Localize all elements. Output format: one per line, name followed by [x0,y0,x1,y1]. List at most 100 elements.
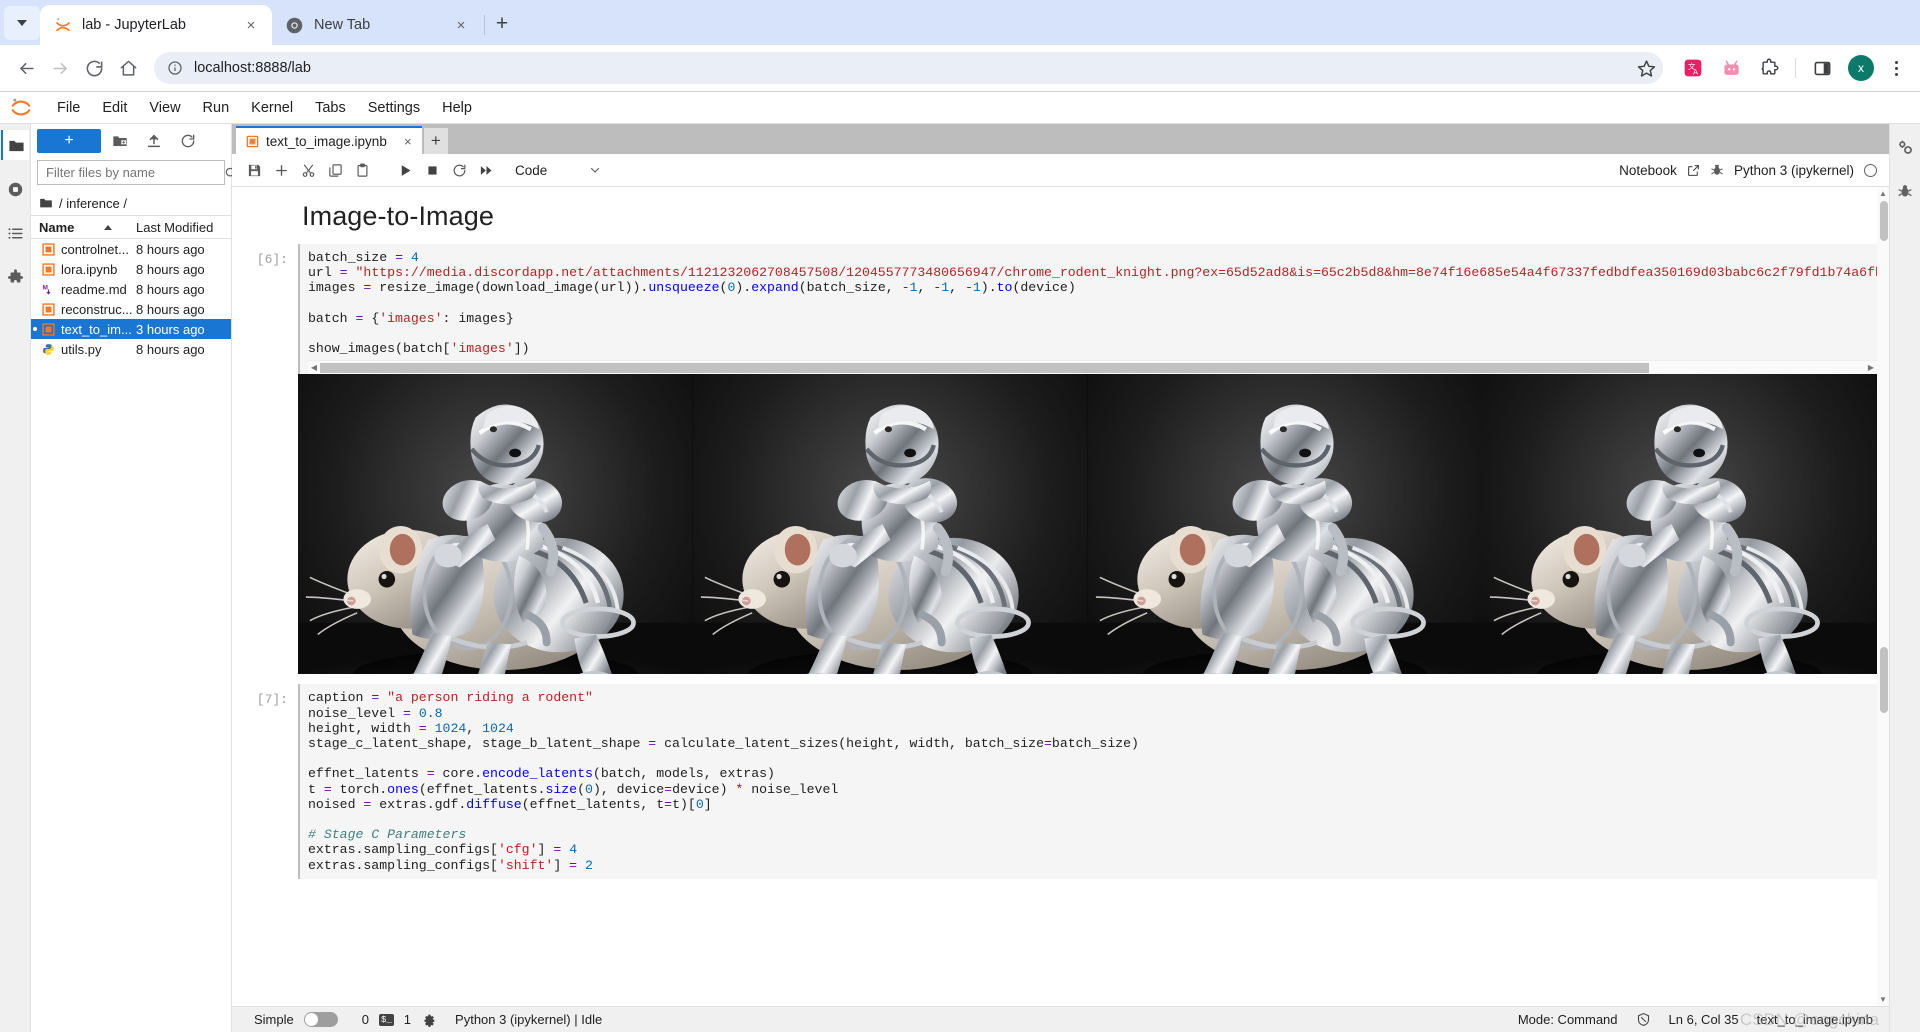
side-panel-icon[interactable] [1807,53,1837,83]
column-header-name[interactable]: Name [39,220,136,235]
external-link-icon[interactable] [1687,164,1700,177]
scrollbar-thumb[interactable] [1880,201,1888,241]
tab-label: text_to_image.ipynb [266,133,387,149]
close-icon[interactable]: × [400,133,416,149]
notebook-icon [39,262,57,276]
menu-view[interactable]: View [138,94,191,122]
new-launcher-button[interactable]: + [37,129,101,153]
search-input[interactable] [44,164,224,181]
notebook-cells: Image-to-Image [6]: batch_size = 4 url =… [232,187,1877,1006]
reload-icon[interactable] [78,52,110,84]
file-list-item[interactable]: text_to_im... 3 hours ago [31,319,231,339]
shield-check-icon[interactable] [1636,1012,1651,1027]
code-cell-6[interactable]: [6]: batch_size = 4 url = "https://media… [242,244,1877,375]
breadcrumb-path: / inference / [59,195,127,211]
new-folder-icon[interactable] [105,129,135,153]
browser-tab-title: New Tab [314,17,371,33]
breadcrumb[interactable]: / inference / [31,191,231,215]
tab-search-button[interactable] [4,6,40,40]
cell-source-6: batch_size = 4 url = "https://media.disc… [308,250,1877,357]
menu-run[interactable]: Run [192,94,241,122]
file-list-item[interactable]: utils.py 8 hours ago [31,339,231,359]
translate-icon[interactable]: 文A [1678,53,1708,83]
output-image [692,374,1088,675]
markdown-cell-heading[interactable]: Image-to-Image [242,187,1877,238]
insert-cell-icon[interactable] [269,158,294,183]
current-filename: text_to_image.ipynb [1756,1012,1873,1027]
bug-icon[interactable] [1710,163,1724,177]
tab-divider [484,15,485,35]
restart-run-all-icon[interactable] [474,158,499,183]
file-list-item[interactable]: Mreadme.md 8 hours ago [31,279,231,299]
file-browser-icon[interactable] [1,130,29,160]
info-circle-icon[interactable] [166,59,184,77]
copy-icon[interactable] [323,158,348,183]
menu-kernel[interactable]: Kernel [240,94,304,122]
home-icon[interactable] [112,52,144,84]
paste-icon[interactable] [350,158,375,183]
avatar[interactable]: x [1848,55,1874,81]
python-icon [39,343,57,356]
debugger-icon[interactable] [1891,176,1919,206]
file-list-item[interactable]: controlnet... 8 hours ago [31,239,231,259]
scroll-down-icon[interactable]: ▼ [1879,995,1887,1004]
menu-tabs[interactable]: Tabs [304,94,357,122]
scroll-left-icon[interactable]: ◀ [308,363,320,372]
simple-mode-toggle[interactable] [303,1012,338,1027]
close-icon[interactable]: × [240,14,262,36]
kernel-name-label[interactable]: Python 3 (ipykernel) [1734,163,1854,178]
table-of-contents-icon[interactable] [1,218,29,248]
forward-icon[interactable] [44,52,76,84]
file-name: reconstruc... [61,301,133,317]
left-activity-bar [0,124,31,1032]
cell-editor-6[interactable]: batch_size = 4 url = "https://media.disc… [298,244,1877,375]
column-header-modified[interactable]: Last Modified [136,220,231,235]
jupyterlab-body: + / infe [0,124,1920,1032]
scrollbar-thumb-secondary[interactable] [1880,647,1888,713]
notebook-vertical-scrollbar[interactable]: ▲ ▼ [1877,187,1889,1006]
tv-extension-icon[interactable] [1716,53,1746,83]
terminal-icon[interactable]: $_ [378,1013,394,1026]
back-icon[interactable] [10,52,42,84]
kernel-gear-icon[interactable] [421,1013,435,1027]
cell-editor-7[interactable]: caption = "a person riding a rodent" noi… [298,684,1877,879]
file-filter-box[interactable] [37,160,237,185]
file-list-item[interactable]: reconstruc... 8 hours ago [31,299,231,319]
bookmark-star-icon[interactable] [1629,52,1663,84]
restart-icon[interactable] [447,158,472,183]
add-tab-button[interactable]: + [423,128,448,154]
save-icon[interactable] [242,158,267,183]
stop-icon[interactable] [420,158,445,183]
code-cell-7[interactable]: [7]: caption = "a person riding a rodent… [242,684,1877,879]
file-modified: 8 hours ago [136,281,205,297]
property-inspector-icon[interactable] [1891,132,1919,162]
running-terminals-icon[interactable] [1,174,29,204]
file-list-item[interactable]: lora.ipynb 8 hours ago [31,259,231,279]
upload-icon[interactable] [139,129,169,153]
new-tab-button[interactable]: + [487,9,517,39]
cell-type-dropdown[interactable]: Code [509,158,605,182]
menu-edit[interactable]: Edit [91,94,138,122]
cut-icon[interactable] [296,158,321,183]
extension-manager-icon[interactable] [1,262,29,292]
refresh-icon[interactable] [173,129,203,153]
scroll-right-icon[interactable]: ▶ [1865,363,1877,372]
browser-tab-jupyterlab[interactable]: lab - JupyterLab × [40,5,272,45]
cell-prompt-7: [7]: [256,692,288,708]
menu-file[interactable]: File [46,94,91,122]
menu-help[interactable]: Help [431,94,483,122]
puzzle-icon[interactable] [1754,53,1784,83]
scroll-up-icon[interactable]: ▲ [1879,189,1887,198]
scrollbar-track[interactable] [320,362,1865,373]
address-bar[interactable]: localhost:8888/lab [154,52,1663,84]
scrollbar-thumb[interactable] [320,362,1649,373]
jupyter-logo-icon [8,95,34,121]
close-icon[interactable]: × [450,14,472,36]
run-icon[interactable] [393,158,418,183]
cell-horizontal-scrollbar[interactable]: ◀ ▶ [308,360,1877,375]
menu-settings[interactable]: Settings [357,94,431,122]
browser-tab-newtab[interactable]: New Tab × [272,5,482,45]
output-image-grid [298,374,1877,675]
tab-text-to-image[interactable]: text_to_image.ipynb × [236,126,422,154]
kebab-menu-icon[interactable] [1882,54,1910,82]
